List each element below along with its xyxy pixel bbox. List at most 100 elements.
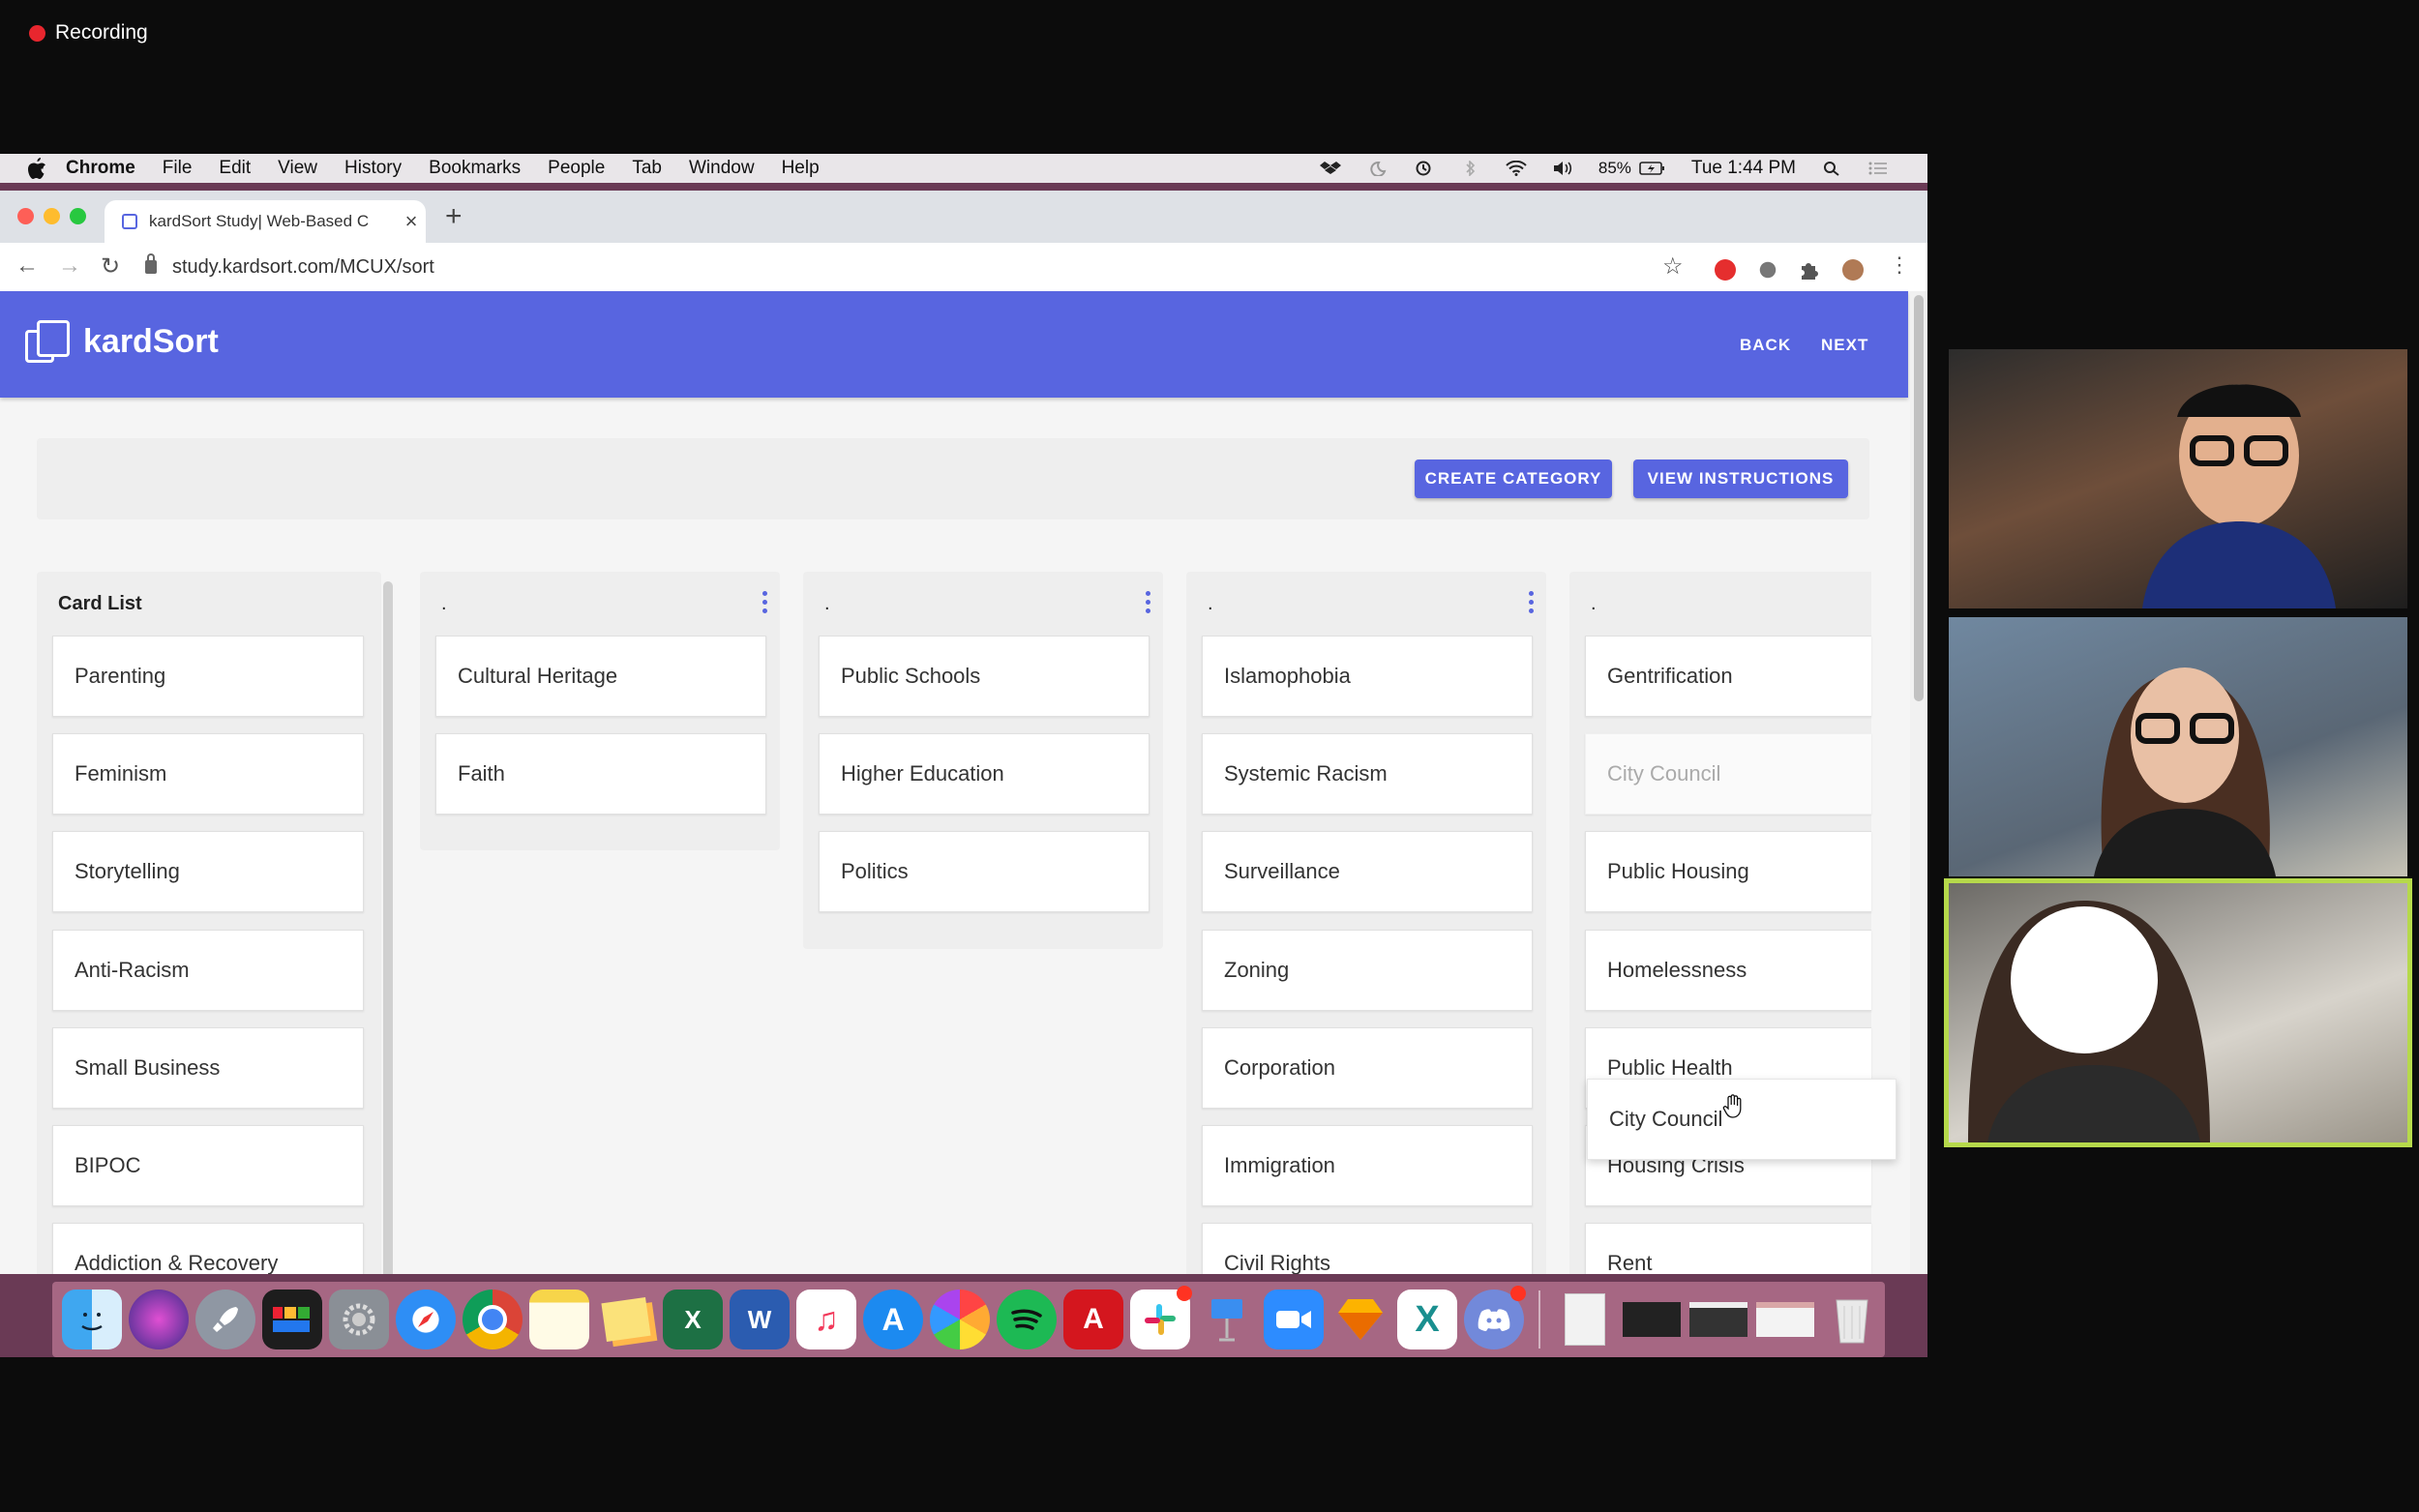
category-card[interactable]: Islamophobia bbox=[1202, 636, 1533, 717]
document-icon[interactable] bbox=[1555, 1290, 1615, 1349]
activity-monitor-icon[interactable] bbox=[262, 1290, 322, 1349]
card-item[interactable]: Feminism bbox=[52, 733, 364, 815]
category-card[interactable]: Civil Rights bbox=[1202, 1223, 1533, 1274]
menu-history[interactable]: History bbox=[344, 158, 402, 179]
spotlight-search-icon[interactable] bbox=[1821, 161, 1842, 176]
music-icon[interactable]: ♫ bbox=[796, 1290, 856, 1349]
dragging-card[interactable]: City Council bbox=[1587, 1079, 1896, 1160]
extension-circle-icon[interactable] bbox=[1759, 261, 1777, 279]
excel-icon[interactable]: X bbox=[663, 1290, 723, 1349]
time-machine-icon[interactable] bbox=[1413, 161, 1434, 176]
opera-extension-icon[interactable] bbox=[1715, 259, 1736, 281]
card-item[interactable]: Storytelling bbox=[52, 831, 364, 912]
browser-tab-active[interactable]: kardSort Study| Web-Based C × bbox=[105, 200, 426, 243]
menubar-clock[interactable]: Tue 1:44 PM bbox=[1691, 158, 1796, 179]
zoom-icon[interactable] bbox=[1264, 1290, 1324, 1349]
category-card[interactable]: Faith bbox=[435, 733, 766, 815]
category-card[interactable]: Gentrification bbox=[1585, 636, 1871, 717]
category-card[interactable]: Immigration bbox=[1202, 1125, 1533, 1206]
menu-window[interactable]: Window bbox=[689, 158, 755, 179]
next-button[interactable]: NEXT bbox=[1821, 336, 1868, 355]
category-name[interactable]: . bbox=[1591, 593, 1597, 615]
battery-percent[interactable]: 85% bbox=[1598, 159, 1631, 178]
new-tab-icon[interactable]: + bbox=[445, 200, 463, 233]
category-card[interactable]: Politics bbox=[819, 831, 1150, 912]
window-thumbnail-icon[interactable] bbox=[1688, 1290, 1748, 1349]
page-scrollbar-thumb[interactable] bbox=[1914, 295, 1924, 701]
xmind-icon[interactable]: X bbox=[1397, 1290, 1457, 1349]
category-card[interactable]: Public Schools bbox=[819, 636, 1150, 717]
stickies-icon[interactable] bbox=[596, 1290, 656, 1349]
system-preferences-icon[interactable] bbox=[329, 1290, 389, 1349]
finder-icon[interactable] bbox=[62, 1290, 122, 1349]
close-window-button[interactable] bbox=[17, 208, 34, 224]
category-card[interactable]: Homelessness bbox=[1585, 930, 1871, 1011]
card-item[interactable]: Parenting bbox=[52, 636, 364, 717]
category-name[interactable]: . bbox=[824, 593, 830, 615]
bluetooth-icon[interactable] bbox=[1459, 161, 1480, 176]
window-thumbnail-icon[interactable] bbox=[1622, 1290, 1682, 1349]
create-category-button[interactable]: CREATE CATEGORY bbox=[1415, 460, 1612, 498]
category-card[interactable]: Systemic Racism bbox=[1202, 733, 1533, 815]
siri-icon[interactable] bbox=[129, 1290, 189, 1349]
menu-tab[interactable]: Tab bbox=[632, 158, 662, 179]
photos-icon[interactable] bbox=[930, 1290, 990, 1349]
notes-icon[interactable] bbox=[529, 1290, 589, 1349]
menu-help[interactable]: Help bbox=[782, 158, 820, 179]
page-scrollbar[interactable] bbox=[1910, 291, 1927, 1274]
card-item[interactable]: BIPOC bbox=[52, 1125, 364, 1206]
launchpad-icon[interactable] bbox=[195, 1290, 255, 1349]
category-card[interactable]: Cultural Heritage bbox=[435, 636, 766, 717]
menu-file[interactable]: File bbox=[163, 158, 193, 179]
spotify-icon[interactable] bbox=[997, 1290, 1057, 1349]
dropbox-icon[interactable] bbox=[1319, 161, 1341, 176]
app-store-icon[interactable]: A bbox=[863, 1290, 923, 1349]
apple-icon[interactable] bbox=[27, 158, 48, 179]
category-menu-icon[interactable] bbox=[762, 591, 768, 613]
slack-icon[interactable] bbox=[1130, 1286, 1192, 1349]
bookmark-star-icon[interactable]: ☆ bbox=[1662, 252, 1684, 281]
category-menu-icon[interactable] bbox=[1529, 591, 1535, 613]
card-list-scrollbar[interactable] bbox=[383, 581, 393, 1274]
category-card[interactable]: Rent bbox=[1585, 1223, 1871, 1274]
maximize-window-button[interactable] bbox=[70, 208, 86, 224]
category-name[interactable]: . bbox=[1208, 593, 1213, 615]
discord-icon[interactable] bbox=[1464, 1286, 1526, 1349]
menu-view[interactable]: View bbox=[278, 158, 317, 179]
reload-icon[interactable]: ↻ bbox=[101, 252, 120, 281]
address-bar[interactable]: study.kardsort.com/MCUX/sort bbox=[145, 250, 1693, 284]
category-card[interactable]: Surveillance bbox=[1202, 831, 1533, 912]
close-tab-icon[interactable]: × bbox=[397, 209, 426, 234]
battery-charging-icon[interactable] bbox=[1639, 161, 1666, 176]
menu-people[interactable]: People bbox=[548, 158, 605, 179]
category-card[interactable]: Zoning bbox=[1202, 930, 1533, 1011]
category-card[interactable]: Public Housing bbox=[1585, 831, 1871, 912]
menu-app-name[interactable]: Chrome bbox=[66, 158, 135, 179]
back-button[interactable]: BACK bbox=[1740, 336, 1791, 355]
notification-center-icon[interactable] bbox=[1867, 161, 1889, 176]
chrome-icon[interactable] bbox=[463, 1290, 523, 1349]
sketch-icon[interactable] bbox=[1330, 1290, 1390, 1349]
menu-bookmarks[interactable]: Bookmarks bbox=[429, 158, 521, 179]
trash-icon[interactable] bbox=[1822, 1290, 1882, 1349]
extensions-puzzle-icon[interactable] bbox=[1798, 259, 1819, 281]
forward-arrow-icon[interactable]: → bbox=[58, 252, 81, 280]
volume-icon[interactable] bbox=[1552, 161, 1573, 176]
category-name[interactable]: . bbox=[441, 593, 447, 615]
category-card[interactable]: Higher Education bbox=[819, 733, 1150, 815]
category-menu-icon[interactable] bbox=[1146, 591, 1151, 613]
safari-icon[interactable] bbox=[396, 1290, 456, 1349]
card-item[interactable]: Small Business bbox=[52, 1027, 364, 1109]
back-arrow-icon[interactable]: ← bbox=[15, 252, 39, 280]
card-item[interactable]: Addiction & Recovery bbox=[52, 1223, 364, 1274]
wifi-icon[interactable] bbox=[1506, 161, 1527, 176]
menu-edit[interactable]: Edit bbox=[219, 158, 251, 179]
chrome-menu-icon[interactable]: ⋮ bbox=[1889, 252, 1910, 278]
profile-avatar[interactable] bbox=[1842, 259, 1864, 281]
minimize-window-button[interactable] bbox=[44, 208, 60, 224]
window-thumbnail-icon[interactable] bbox=[1755, 1290, 1815, 1349]
category-card[interactable]: Corporation bbox=[1202, 1027, 1533, 1109]
word-icon[interactable]: W bbox=[730, 1290, 790, 1349]
acrobat-icon[interactable]: A bbox=[1063, 1290, 1123, 1349]
card-item[interactable]: Anti-Racism bbox=[52, 930, 364, 1011]
